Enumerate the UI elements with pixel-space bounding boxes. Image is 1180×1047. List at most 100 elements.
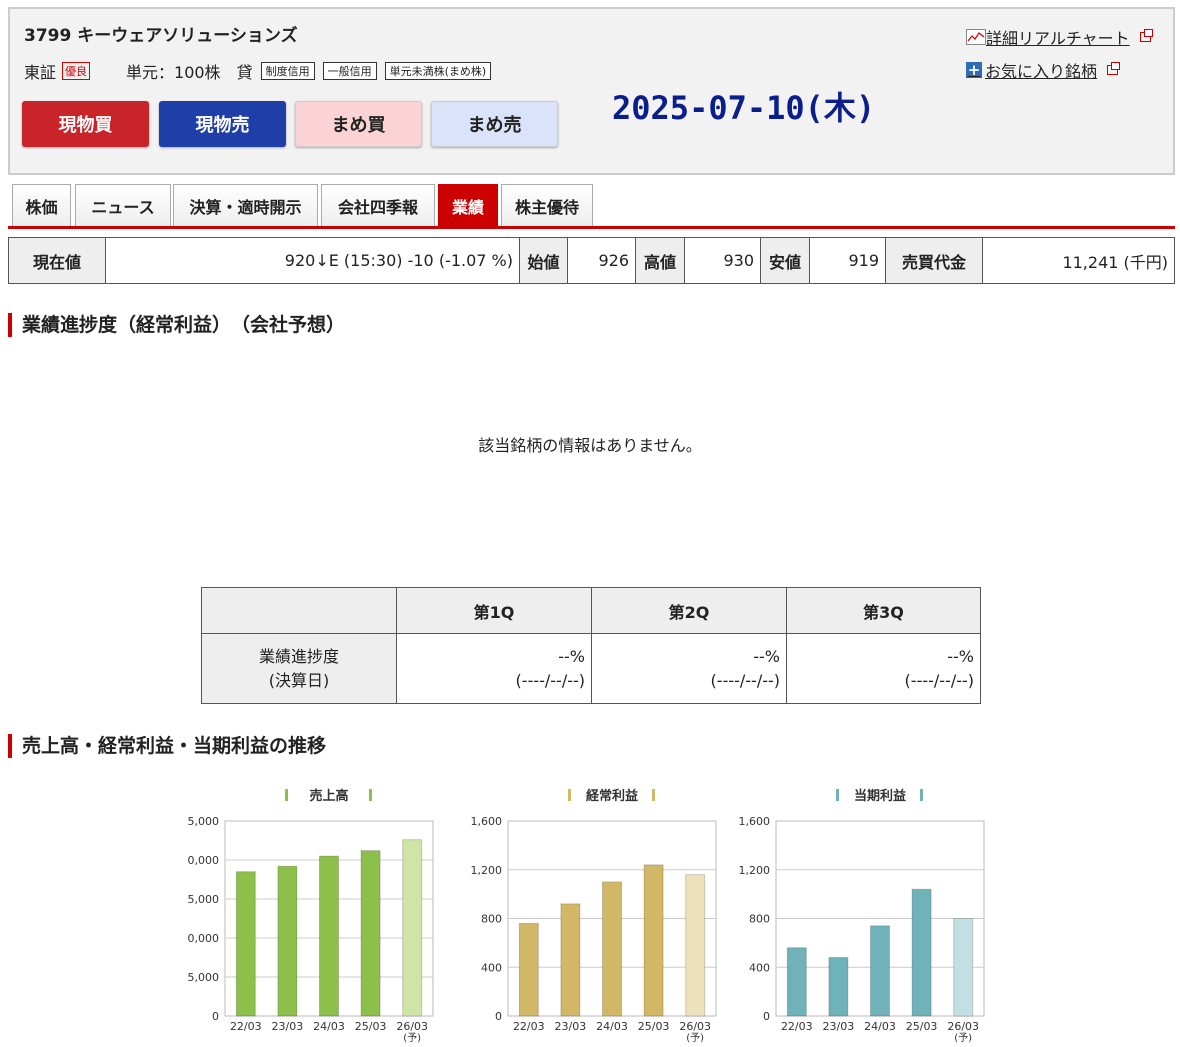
y-tick-label: 1,200 <box>471 864 503 877</box>
low-label: 安値 <box>760 237 810 284</box>
turnover-label: 売買代金 <box>885 237 983 284</box>
unit-label: 単元：100株 <box>126 63 221 82</box>
tab-underline <box>8 226 1175 229</box>
sell-button[interactable]: 現物売 <box>159 101 286 147</box>
bar <box>360 850 381 1017</box>
bar <box>786 947 807 1017</box>
tab-shikiho[interactable]: 会社四季報 <box>321 184 435 226</box>
y-tick-label: 400 <box>481 961 502 974</box>
progress-cell-q1: --% (----/--/--) <box>396 633 592 704</box>
progress-date: (----/--/--) <box>904 670 974 690</box>
realtime-chart-link[interactable]: 詳細リアルチャート <box>966 25 1153 49</box>
plus-icon: + <box>966 61 982 79</box>
lend-label: 貸 <box>236 63 253 82</box>
x-tick-label: 23/03 <box>555 1020 587 1033</box>
current-price-label: 現在値 <box>8 237 106 284</box>
tab-stock-price[interactable]: 株価 <box>12 184 71 226</box>
progress-col-q2: 第2Q <box>591 587 787 634</box>
y-tick-label: 5,000 <box>188 815 220 828</box>
tab-disclosure[interactable]: 決算・適時開示 <box>173 184 318 226</box>
legend-marker <box>920 789 923 801</box>
high-value: 930 <box>684 237 761 284</box>
open-value: 926 <box>567 237 636 284</box>
mame-buy-button[interactable]: まめ買 <box>295 101 422 147</box>
no-info-message: 該当銘柄の情報はありません。 <box>478 436 702 455</box>
favorite-label: お気に入り銘柄 <box>985 62 1098 81</box>
progress-row-label: 業績進捗度 (決算日) <box>201 633 397 704</box>
progress-pct: --% <box>753 646 780 666</box>
stock-info-row: 東証 優良 単元：100株 貸 制度信用 一般信用 単元未満株(まめ株) <box>24 59 492 83</box>
y-tick-label: 1,600 <box>739 815 771 828</box>
progress-corner-cell <box>201 587 397 634</box>
stock-name: キーウェアソリューションズ <box>77 26 298 46</box>
x-tick-label: 23/03 <box>272 1020 304 1033</box>
y-tick-label: 5,000 <box>188 893 220 906</box>
forecast-label: (予) <box>954 1032 972 1044</box>
y-tick-label: 0 <box>763 1010 770 1023</box>
open-label: 始値 <box>519 237 568 284</box>
x-tick-label: 22/03 <box>513 1020 545 1033</box>
y-tick-label: 1,200 <box>739 864 771 877</box>
net-profit-chart: 当期利益 0 400 800 1,200 1,600 22/03 23/03 24/03 25/0… <box>739 788 985 1044</box>
x-tick-label: 26/03 <box>947 1020 979 1033</box>
bar <box>602 881 622 1017</box>
high-label: 高値 <box>635 237 685 284</box>
mame-sell-button[interactable]: まめ売 <box>431 101 558 147</box>
y-tick-label: 0,000 <box>188 932 220 945</box>
tab-news[interactable]: ニュース <box>75 184 171 226</box>
progress-col-q1: 第1Q <box>396 587 592 634</box>
current-price-value: 920↓E (15:30) -10 (-1.07 %) <box>105 237 520 284</box>
tab-shareholder-benefits[interactable]: 株主優待 <box>501 184 593 226</box>
bar <box>518 922 539 1017</box>
bar <box>870 925 890 1017</box>
trend-heading: 売上高・経常利益・当期利益の推移 <box>8 734 326 758</box>
legend-marker <box>568 789 571 801</box>
y-tick-label: 800 <box>749 913 770 926</box>
legend-marker <box>285 789 288 801</box>
bar <box>402 839 423 1017</box>
low-value: 919 <box>809 237 886 284</box>
favorite-link[interactable]: + お気に入り銘柄 <box>966 58 1121 82</box>
bar <box>911 888 932 1017</box>
x-tick-label: 26/03 <box>396 1020 428 1033</box>
progress-pct: --% <box>947 646 974 666</box>
chart-title: 経常利益 <box>586 788 638 804</box>
y-tick-label: 0,000 <box>188 854 220 867</box>
x-tick-label: 25/03 <box>355 1020 387 1033</box>
y-tick-label: 0 <box>495 1010 502 1023</box>
ordinary-profit-chart: 経常利益 0 400 800 1,200 1,600 22/03 23/03 24/03 25/0… <box>471 788 717 1044</box>
buy-button[interactable]: 現物買 <box>22 101 149 147</box>
legend-marker <box>836 789 839 801</box>
stock-header: 3799 キーウェアソリューションズ 東証 優良 単元：100株 貸 制度信用 … <box>8 7 1175 175</box>
progress-date: (----/--/--) <box>710 670 780 690</box>
bar <box>235 871 256 1017</box>
market-label: 東証 <box>24 63 57 82</box>
legend-marker <box>369 789 372 801</box>
chart-title: 当期利益 <box>854 788 906 804</box>
tab-performance[interactable]: 業績 <box>438 184 498 226</box>
bar <box>828 957 849 1017</box>
x-tick-label: 24/03 <box>313 1020 345 1033</box>
bar <box>319 855 339 1017</box>
bar <box>643 864 664 1017</box>
x-tick-label: 24/03 <box>596 1020 628 1033</box>
y-tick-label: 800 <box>481 913 502 926</box>
price-table: 現在値 920↓E (15:30) -10 (-1.07 %) 始値 926 高… <box>8 237 1175 284</box>
progress-row-label-1: 業績進捗度 <box>258 646 339 666</box>
bar <box>277 865 298 1017</box>
external-window-icon <box>1107 62 1121 75</box>
tag-margin-system: 制度信用 <box>260 62 315 80</box>
x-tick-label: 25/03 <box>906 1020 938 1033</box>
y-tick-label: 5,000 <box>188 971 220 984</box>
x-tick-label: 24/03 <box>864 1020 896 1033</box>
x-tick-label: 26/03 <box>679 1020 711 1033</box>
x-tick-label: 23/03 <box>823 1020 855 1033</box>
progress-cell-q2: --% (----/--/--) <box>591 633 787 704</box>
tag-margin-general: 一般信用 <box>322 62 377 80</box>
turnover-value: 11,241 (千円) <box>982 237 1175 284</box>
y-tick-label: 1,600 <box>471 815 503 828</box>
progress-date: (----/--/--) <box>515 670 585 690</box>
legend-marker <box>652 789 655 801</box>
bar <box>560 903 581 1017</box>
date-stamp: 2025-07-10(木) <box>612 89 876 127</box>
